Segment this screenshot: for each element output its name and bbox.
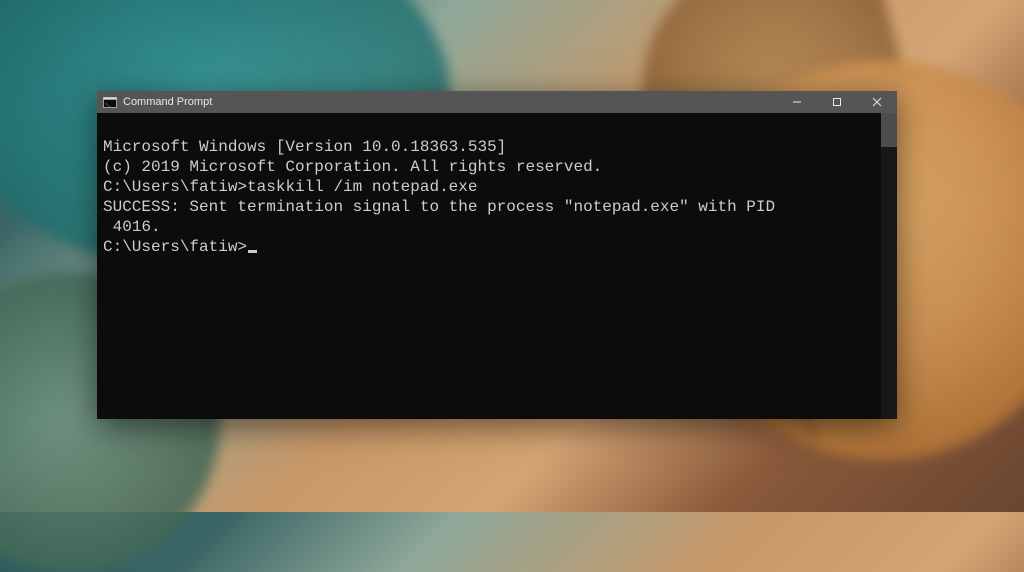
prompt-line: C:\Users\fatiw> (103, 237, 891, 257)
prompt-path: C:\Users\fatiw> (103, 178, 247, 196)
close-button[interactable] (857, 91, 897, 113)
output-line: SUCCESS: Sent termination signal to the … (103, 197, 891, 217)
minimize-button[interactable] (777, 91, 817, 113)
titlebar[interactable]: >_ Command Prompt (97, 91, 897, 113)
prompt-path: C:\Users\fatiw> (103, 238, 247, 256)
command-prompt-window: >_ Command Prompt Microsoft Windows [Ver… (97, 91, 897, 419)
svg-text:>_: >_ (105, 102, 111, 107)
prompt-line: C:\Users\fatiw>taskkill /im notepad.exe (103, 177, 891, 197)
window-controls (777, 91, 897, 113)
scrollbar-thumb[interactable] (881, 113, 897, 147)
command-prompt-icon: >_ (103, 97, 117, 108)
terminal-output[interactable]: Microsoft Windows [Version 10.0.18363.53… (97, 113, 897, 419)
banner-line: Microsoft Windows [Version 10.0.18363.53… (103, 137, 891, 157)
output-line: 4016. (103, 217, 891, 237)
maximize-button[interactable] (817, 91, 857, 113)
window-title: Command Prompt (123, 96, 212, 108)
banner-line: (c) 2019 Microsoft Corporation. All righ… (103, 157, 891, 177)
scrollbar-track[interactable] (881, 113, 897, 419)
text-cursor (248, 250, 257, 253)
command-text: taskkill /im notepad.exe (247, 178, 477, 196)
